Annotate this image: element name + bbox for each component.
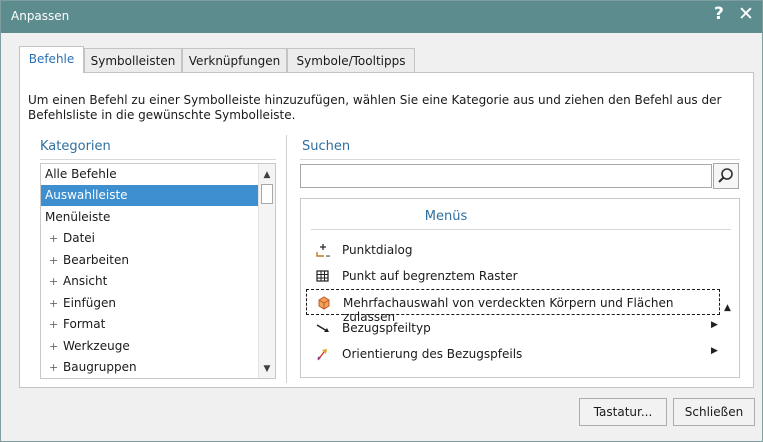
command-item[interactable]: Punkt auf begrenztem Raster [306, 263, 720, 289]
category-label: Baugruppen [63, 360, 137, 374]
search-header: Suchen [302, 139, 351, 154]
command-label: Orientierung des Bezugspfeils [342, 347, 523, 361]
scroll-up-icon[interactable]: ▲ [259, 167, 275, 183]
expand-icon[interactable]: + [49, 361, 61, 374]
search-divider [300, 159, 740, 160]
search-input[interactable] [300, 164, 712, 188]
command-item[interactable]: Punktdialog [306, 237, 720, 263]
category-item[interactable]: Menüleiste [41, 207, 258, 228]
instruction-text: Um einen Befehl zu einer Symbolleiste hi… [28, 93, 722, 122]
close-button[interactable]: Schließen [673, 398, 755, 426]
command-item[interactable]: Bezugspfeiltyp ▶ [306, 315, 720, 341]
category-item[interactable]: Auswahlleiste [41, 185, 258, 206]
expand-icon[interactable]: + [49, 297, 61, 310]
categories-header: Kategorien [40, 139, 111, 154]
grid-point-icon [316, 270, 329, 282]
menus-command-list[interactable]: Menüs Punktdialog Punkt auf begrenztem R… [300, 198, 740, 378]
command-label: Bezugspfeiltyp [342, 321, 431, 335]
category-label: Ansicht [63, 274, 108, 288]
scroll-thumb[interactable] [261, 184, 273, 204]
category-label: Format [63, 317, 106, 331]
tab-verknuepfungen[interactable]: Verknüpfungen [182, 48, 287, 72]
expand-icon[interactable]: + [49, 254, 61, 267]
reference-arrow-icon [316, 324, 329, 332]
category-label: Einfügen [63, 296, 116, 310]
customize-dialog: Anpassen ? ✕ Befehle Symbolleisten Verkn… [0, 0, 763, 442]
expand-icon[interactable]: + [49, 275, 61, 288]
help-button[interactable]: ? [714, 4, 724, 24]
tab-symbole-tooltipps[interactable]: Symbole/Tooltipps [287, 48, 415, 72]
category-item[interactable]: + Einfügen [41, 293, 258, 314]
command-label: Punktdialog [342, 243, 413, 257]
category-item[interactable]: + Werkzeuge [41, 336, 258, 357]
menus-title: Menüs [424, 209, 468, 224]
menus-divider [311, 229, 731, 230]
tab-symbolleisten[interactable]: Symbolleisten [84, 48, 182, 72]
command-item[interactable]: Orientierung des Bezugspfeils ▶ [306, 341, 720, 367]
window-title: Anpassen [11, 9, 70, 23]
category-label: Menüleiste [45, 210, 111, 224]
category-item[interactable]: + Bearbeiten [41, 250, 258, 271]
category-label: Werkzeuge [63, 339, 130, 353]
magnifier-icon [718, 168, 733, 183]
expand-icon[interactable]: + [49, 232, 61, 245]
commands-panel: Um einen Befehl zu einer Symbolleiste hi… [19, 72, 754, 388]
category-item[interactable]: + Ansicht [41, 271, 258, 292]
keyboard-button[interactable]: Tastatur... [579, 398, 667, 426]
scroll-down-icon[interactable]: ▼ [259, 361, 275, 377]
category-label: Auswahlleiste [45, 188, 128, 202]
search-button[interactable] [713, 163, 739, 189]
category-label: Alle Befehle [45, 167, 117, 181]
categories-divider [40, 159, 276, 160]
categories-scrollbar[interactable]: ▲ ▼ [258, 164, 275, 378]
close-window-button[interactable]: ✕ [738, 3, 754, 25]
title-bar[interactable]: Anpassen ? ✕ [1, 1, 762, 33]
command-label: Punkt auf begrenztem Raster [342, 269, 518, 283]
command-item-focused[interactable]: Mehrfachauswahl von verdeckten Körpern u… [306, 289, 720, 324]
category-item[interactable]: Alle Befehle [41, 164, 258, 185]
category-item[interactable]: + Baugruppen [41, 357, 258, 378]
submenu-arrow-icon: ▶ [711, 320, 718, 330]
category-item[interactable]: + Format [41, 314, 258, 335]
category-label: Datei [63, 231, 96, 245]
tab-befehle[interactable]: Befehle [19, 46, 84, 73]
point-dialog-icon [316, 244, 330, 257]
category-item[interactable]: + Datei [41, 228, 258, 249]
category-label: Bearbeiten [63, 253, 129, 267]
arrow-orientation-icon [317, 349, 327, 361]
expand-icon[interactable]: + [49, 340, 61, 353]
submenu-arrow-icon: ▶ [711, 346, 718, 356]
menus-scroll-up-icon[interactable]: ▲ [724, 303, 731, 313]
categories-list[interactable]: Alle Befehle Auswahlleiste Menüleiste + … [40, 163, 276, 379]
column-separator [286, 135, 287, 383]
multi-select-body-icon [318, 296, 330, 310]
expand-icon[interactable]: + [49, 318, 61, 331]
